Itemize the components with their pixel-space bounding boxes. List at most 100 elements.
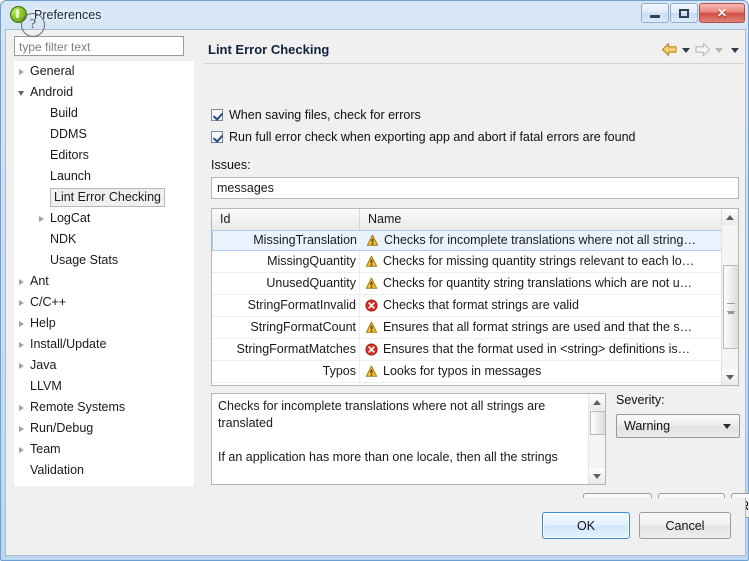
description-scrollbar-thumb[interactable] bbox=[590, 411, 605, 435]
description-scroll-down-button[interactable] bbox=[589, 468, 605, 484]
filter-input[interactable]: type filter text bbox=[14, 36, 184, 56]
chevron-right-icon[interactable] bbox=[14, 61, 28, 82]
tree-item-build[interactable]: Build bbox=[14, 103, 194, 124]
cell-id: MissingQuantity bbox=[212, 251, 360, 272]
tree-item-validation[interactable]: Validation bbox=[14, 460, 194, 481]
description-scrollbar[interactable] bbox=[588, 394, 605, 484]
cell-name-text: Ensures that all format strings are used… bbox=[383, 320, 693, 334]
cell-id: StringFormatInvalid bbox=[212, 295, 360, 316]
tree-item-label: XML bbox=[30, 481, 56, 486]
tree-item-team[interactable]: Team bbox=[14, 439, 194, 460]
tree-item-usage-stats[interactable]: Usage Stats bbox=[14, 250, 194, 271]
tree-item-label: Launch bbox=[50, 169, 92, 183]
tree-item-remote-systems[interactable]: Remote Systems bbox=[14, 397, 194, 418]
ok-button[interactable]: OK bbox=[542, 512, 630, 539]
table-row[interactable]: Typos Looks for typos in messages bbox=[212, 361, 723, 383]
check-on-export-checkbox[interactable] bbox=[211, 131, 223, 143]
tree-item-llvm[interactable]: LLVM bbox=[14, 376, 194, 397]
back-history-chevron-down-icon[interactable] bbox=[682, 47, 690, 53]
chevron-right-icon[interactable] bbox=[14, 439, 28, 460]
column-header-name[interactable]: Name bbox=[360, 209, 723, 230]
description-scroll-up-button[interactable] bbox=[589, 394, 605, 410]
cell-name-text: Checks for incomplete translations where… bbox=[384, 233, 696, 247]
minimize-button[interactable] bbox=[641, 3, 669, 23]
table-row[interactable]: StringFormatCount Ensures that all format… bbox=[212, 317, 723, 339]
error-icon bbox=[365, 299, 378, 312]
tree-item-editors[interactable]: Editors bbox=[14, 145, 194, 166]
issues-table-body: MissingTranslation Checks for incomplete … bbox=[212, 230, 723, 385]
chevron-right-icon[interactable] bbox=[14, 397, 28, 418]
check-on-export-row[interactable]: Run full error check when exporting app … bbox=[211, 130, 635, 144]
dialog-footer bbox=[5, 498, 746, 556]
tree-item-general[interactable]: General bbox=[14, 61, 194, 82]
table-row[interactable]: StringFormatMatches Ensures that the form… bbox=[212, 339, 723, 361]
preference-tree[interactable]: General Android Build DDMS Editors Launch Lint… bbox=[14, 61, 194, 486]
cell-name-text: Checks that format strings are valid bbox=[383, 298, 579, 312]
description-line: If an application has more than one loca… bbox=[218, 450, 558, 464]
lint-error-checking-page: Lint Error Checking When saving files, c… bbox=[201, 30, 749, 518]
chevron-right-icon[interactable] bbox=[14, 292, 28, 313]
description-line bbox=[218, 432, 580, 449]
check-on-save-row[interactable]: When saving files, check for errors bbox=[211, 108, 421, 122]
chevron-down-icon[interactable] bbox=[14, 82, 28, 103]
cell-name: Checks for incomplete translations where… bbox=[362, 231, 724, 250]
tree-item-ndk[interactable]: NDK bbox=[14, 229, 194, 250]
issue-description-box[interactable]: Checks for incomplete translations where… bbox=[211, 393, 606, 485]
panel-sash[interactable] bbox=[194, 30, 201, 495]
back-arrow-icon[interactable] bbox=[661, 42, 678, 57]
chevron-down-icon[interactable] bbox=[723, 424, 731, 429]
scroll-up-button[interactable] bbox=[722, 209, 738, 225]
check-on-save-checkbox[interactable] bbox=[211, 109, 223, 121]
chevron-right-icon[interactable] bbox=[34, 208, 48, 229]
help-question-icon[interactable]: ? bbox=[21, 13, 45, 37]
view-menu-chevron-down-icon[interactable] bbox=[731, 47, 739, 53]
warning-icon bbox=[365, 277, 378, 289]
maximize-button[interactable] bbox=[670, 3, 698, 23]
scrollbar-thumb[interactable] bbox=[723, 265, 738, 349]
page-title: Lint Error Checking bbox=[208, 42, 330, 57]
chevron-right-icon[interactable] bbox=[14, 481, 28, 486]
close-button[interactable]: ✕ bbox=[699, 3, 745, 23]
chevron-right-icon[interactable] bbox=[14, 418, 28, 439]
tree-item-lint-error-checking[interactable]: Lint Error Checking bbox=[14, 187, 194, 208]
scroll-down-button[interactable] bbox=[722, 369, 738, 385]
cell-id: MissingTranslation bbox=[213, 231, 361, 250]
chevron-right-icon[interactable] bbox=[14, 355, 28, 376]
table-row[interactable]: MissingTranslation Checks for incomplete … bbox=[212, 230, 723, 251]
chevron-right-icon[interactable] bbox=[14, 334, 28, 355]
table-row[interactable]: UnusedQuantity Checks for quantity string… bbox=[212, 273, 723, 295]
cancel-button[interactable]: Cancel bbox=[639, 512, 731, 539]
tree-item-logcat[interactable]: LogCat bbox=[14, 208, 194, 229]
tree-item-label: Java bbox=[30, 358, 57, 372]
tree-item-launch[interactable]: Launch bbox=[14, 166, 194, 187]
issues-filter-input[interactable]: messages bbox=[211, 177, 739, 199]
cell-name: Ensures that all format strings are used… bbox=[361, 317, 723, 338]
tree-item-ant[interactable]: Ant bbox=[14, 271, 194, 292]
tree-item-xml[interactable]: XML bbox=[14, 481, 194, 486]
tree-item-c-c[interactable]: C/C++ bbox=[14, 292, 194, 313]
tree-item-label: General bbox=[30, 64, 75, 78]
issues-table-scrollbar[interactable] bbox=[721, 209, 738, 385]
cell-name: Ensures that the format used in <string>… bbox=[361, 339, 723, 360]
tree-item-install-update[interactable]: Install/Update bbox=[14, 334, 194, 355]
column-header-id[interactable]: Id bbox=[212, 209, 360, 230]
table-row[interactable]: StringFormatInvalid Checks that format st… bbox=[212, 295, 723, 317]
tree-item-help[interactable]: Help bbox=[14, 313, 194, 334]
chevron-right-icon[interactable] bbox=[14, 271, 28, 292]
tree-item-run-debug[interactable]: Run/Debug bbox=[14, 418, 194, 439]
severity-select[interactable]: Warning bbox=[616, 414, 740, 438]
tree-item-ddms[interactable]: DDMS bbox=[14, 124, 194, 145]
table-row[interactable]: MissingQuantity Checks for missing quanti… bbox=[212, 251, 723, 273]
tree-item-java[interactable]: Java bbox=[14, 355, 194, 376]
forward-history-chevron-down-icon bbox=[715, 47, 723, 53]
chevron-right-icon[interactable] bbox=[14, 313, 28, 334]
issues-table[interactable]: Id Name MissingTranslation Checks for inc… bbox=[211, 208, 739, 386]
tree-item-label: Remote Systems bbox=[30, 400, 126, 414]
warning-icon bbox=[366, 234, 379, 246]
tree-item-android[interactable]: Android bbox=[14, 82, 194, 103]
